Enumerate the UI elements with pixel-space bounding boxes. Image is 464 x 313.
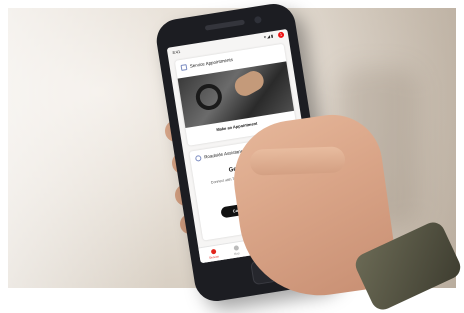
- tab-label: Service: [208, 254, 220, 260]
- hand-shape: [231, 67, 268, 100]
- roadside-icon: [194, 154, 202, 162]
- service-card-title: Service Appointments: [189, 56, 234, 69]
- steering-wheel-shape: [193, 82, 224, 112]
- pointing-finger: [249, 146, 346, 176]
- bokeh-light: [8, 8, 168, 288]
- service-card-header: Service Appointments: [180, 56, 234, 71]
- tab-map[interactable]: Map: [226, 244, 247, 257]
- map-icon: [232, 245, 239, 251]
- calendar-icon: [180, 64, 188, 71]
- status-time: 8:41: [172, 48, 181, 56]
- wrench-icon: [210, 248, 216, 255]
- tab-label: Map: [233, 251, 240, 256]
- tab-service[interactable]: Service: [203, 248, 224, 261]
- service-card-image: Make an Appointment: [177, 61, 295, 137]
- status-icons: ▾◢▮: [263, 33, 275, 40]
- notification-badge[interactable]: 1: [277, 31, 285, 39]
